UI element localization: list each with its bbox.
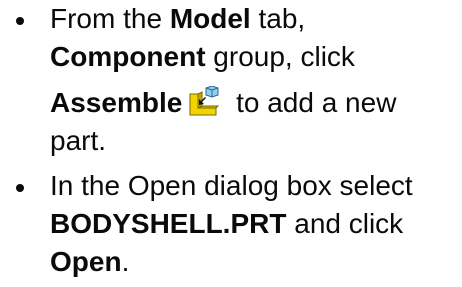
component-group-label: Component (50, 41, 206, 72)
model-tab-label: Model (169, 3, 251, 34)
assemble-label: Assemble (50, 87, 183, 118)
bullet (16, 17, 24, 25)
assemble-icon (188, 86, 220, 116)
file-name-label: BODYSHELL.PRT (50, 208, 287, 239)
bullet (16, 184, 24, 192)
instruction-list: From the Model tab, Component group, cli… (0, 0, 462, 287)
open-label: Open (50, 246, 122, 277)
